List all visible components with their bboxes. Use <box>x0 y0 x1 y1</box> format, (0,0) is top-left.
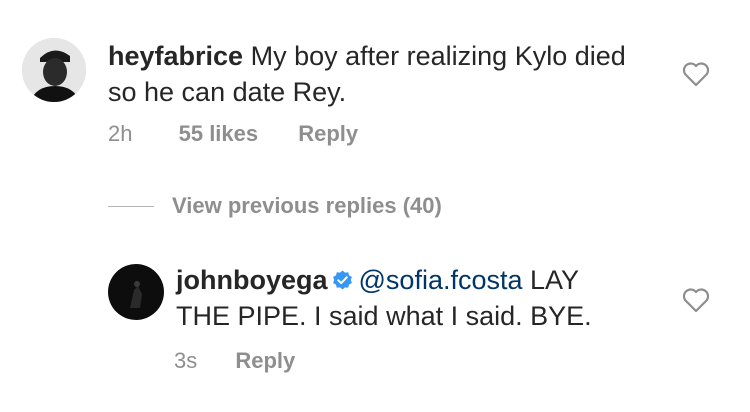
comment-meta: 2h 55 likes Reply <box>108 121 358 147</box>
reply-reply-button[interactable]: Reply <box>235 348 295 374</box>
reply-username[interactable]: johnboyega <box>176 265 328 295</box>
comment-time: 2h <box>108 121 133 146</box>
divider-line <box>108 205 154 207</box>
reply-time: 3s <box>174 348 198 373</box>
avatar-johnboyega[interactable] <box>108 264 164 320</box>
view-replies-label[interactable]: View previous replies (40) <box>172 193 442 219</box>
heart-outline-icon[interactable] <box>682 61 710 87</box>
reply-mention[interactable]: @sofia.fcosta <box>359 265 523 295</box>
heart-outline-icon[interactable] <box>682 287 710 313</box>
comment-reply-button[interactable]: Reply <box>298 121 358 147</box>
view-previous-replies[interactable]: View previous replies (40) <box>108 192 442 220</box>
avatar-heyfabrice[interactable] <box>22 38 86 102</box>
comment-username[interactable]: heyfabrice <box>108 41 243 71</box>
reply-meta: 3s Reply <box>174 348 295 374</box>
verified-badge-icon <box>332 264 353 290</box>
comment-likes[interactable]: 55 likes <box>179 121 259 147</box>
reply-text: johnboyega @sofia.fcosta LAY THE PIPE. I… <box>176 262 616 334</box>
comment-text: heyfabrice My boy after realizing Kylo d… <box>108 38 648 110</box>
